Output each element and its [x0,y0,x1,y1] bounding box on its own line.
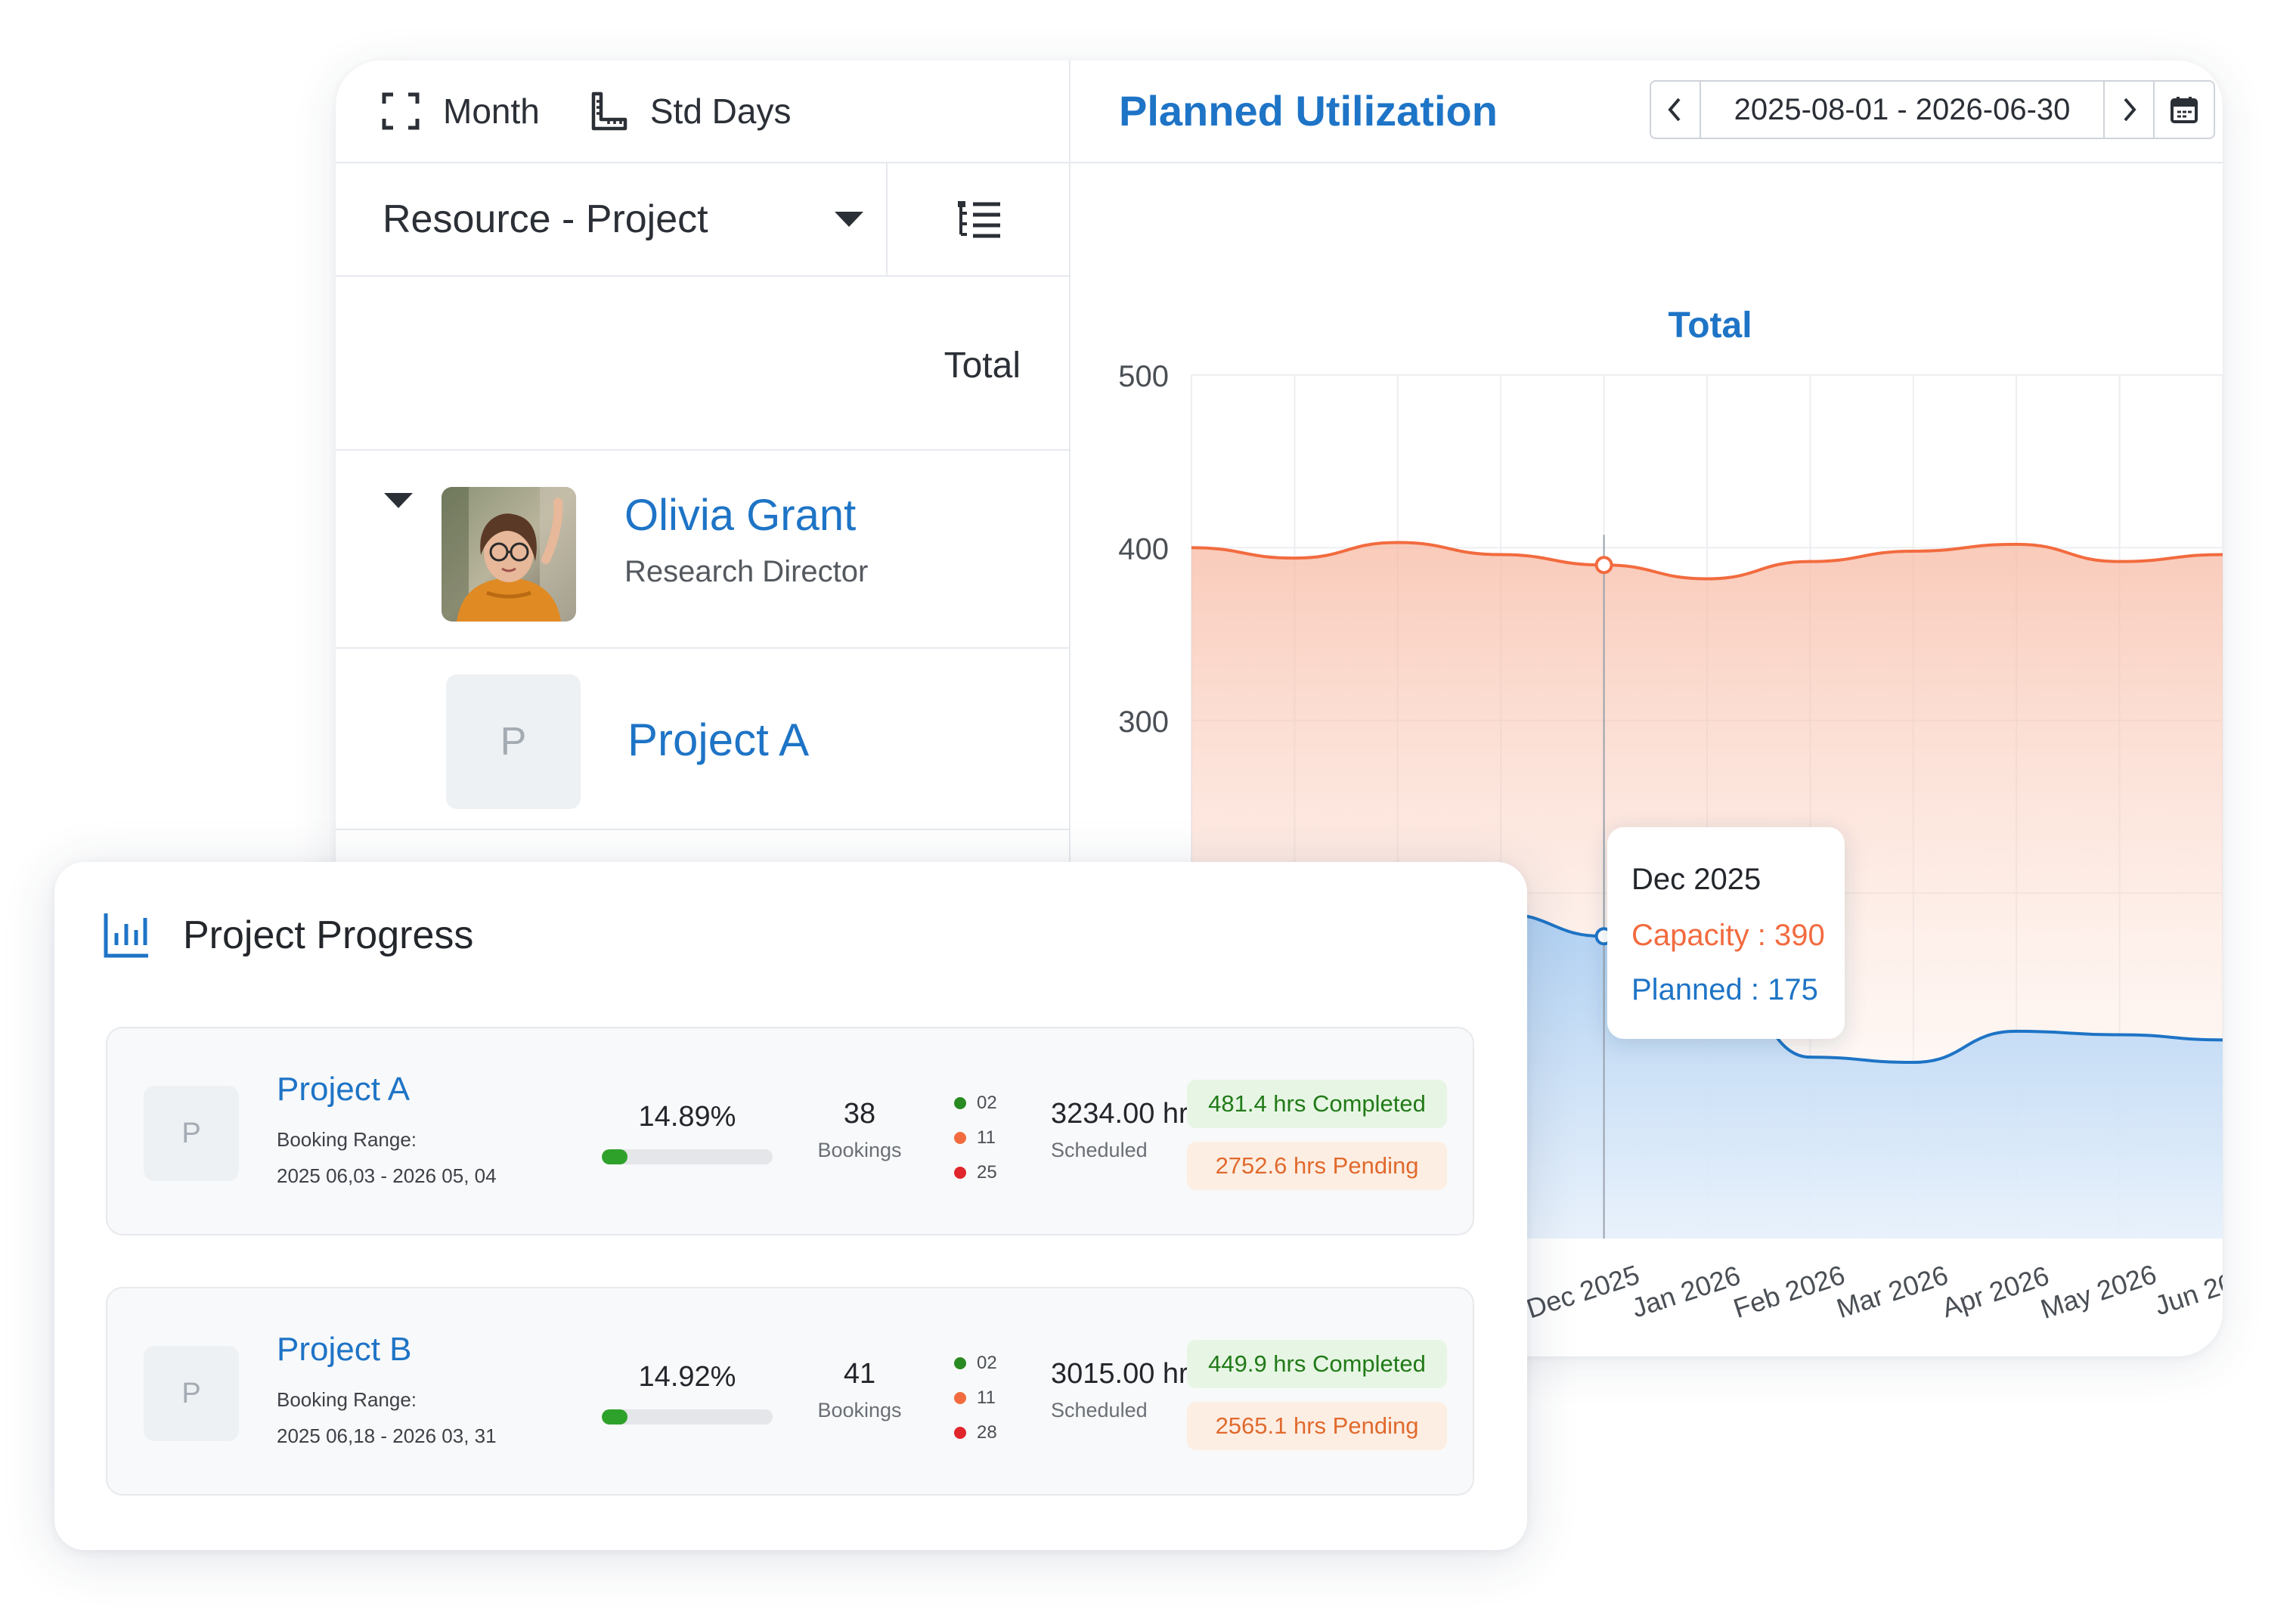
bookings-count: 41 [843,1358,876,1390]
capacity-point [1594,556,1613,575]
expand-icon [382,92,420,130]
orange-dot-icon [954,1392,966,1404]
chevron-down-icon [835,212,863,227]
progress-bar [602,1409,773,1425]
project-name[interactable]: Project B [277,1331,412,1369]
progress-bar-fill [602,1409,627,1425]
scheduled-hours: 3015.00 hrs [1051,1358,1203,1390]
progress-bar [602,1149,773,1164]
calendar-button[interactable] [2153,82,2214,138]
y-tick-label: 300 [1118,705,1169,739]
project-card[interactable]: P Project A Booking Range: 2025 06,03 - … [106,1027,1474,1235]
red-dot-icon [954,1427,966,1439]
status-count-orange: 11 [954,1121,997,1155]
resource-name[interactable]: Olivia Grant [624,490,856,541]
next-range-button[interactable] [2105,82,2153,138]
scheduled-hours: 3234.00 hrs [1051,1098,1203,1130]
tooltip-capacity: Capacity : 390 [1631,919,1825,952]
project-card[interactable]: P Project B Booking Range: 2025 06,18 - … [106,1287,1474,1496]
previous-range-button[interactable] [1651,82,1700,138]
tooltip-title: Dec 2025 [1631,863,1761,896]
booking-range: 2025 06,03 - 2026 05, 04 [277,1164,497,1187]
pending-hours-badge: 2752.6 hrs Pending [1187,1142,1447,1190]
booking-range-label: Booking Range: [277,1128,417,1151]
project-badge: P [144,1086,239,1181]
orange-dot-icon [954,1132,966,1144]
bookings-count: 38 [843,1098,876,1130]
bookings-label: Bookings [817,1139,902,1161]
project-name[interactable]: Project A [277,1071,410,1108]
y-tick-label: 500 [1118,360,1169,393]
tree-view-button[interactable] [889,163,1071,275]
progress-title: Project Progress [183,913,474,957]
x-tick-label: May 2026 [2037,1258,2160,1325]
chevron-right-icon [2124,98,2136,122]
booking-range-label: Booking Range: [277,1388,417,1411]
pending-hours-badge: 2565.1 hrs Pending [1187,1402,1447,1450]
completed-hours-badge: 449.9 hrs Completed [1187,1340,1447,1388]
red-dot-icon [954,1167,966,1179]
progress-header: Project Progress [103,912,473,959]
avatar [442,487,576,622]
x-tick-label: Mar 2026 [1833,1259,1951,1324]
status-counts: 02 11 25 [954,1086,997,1190]
grouping-value: Resource - Project [383,197,708,241]
progress-percent: 14.92% [638,1361,736,1393]
status-count-red: 28 [954,1415,997,1450]
chart-panel-title: Planned Utilization [1119,87,1498,135]
month-label: Month [443,91,540,131]
booking-range: 2025 06,18 - 2026 03, 31 [277,1425,497,1447]
status-count-green: 02 [954,1086,997,1121]
date-range-navigator: 2025-08-01 - 2026-06-30 [1650,80,2215,139]
scheduled-label: Scheduled [1051,1399,1148,1421]
total-column-label: Total [943,346,1021,386]
bar-chart-icon [104,913,148,958]
chevron-left-icon [1668,98,1681,122]
green-dot-icon [954,1357,966,1369]
x-tick-label: Jun 202 [2151,1262,2223,1322]
bookings-label: Bookings [817,1399,902,1421]
tree-list-icon [958,201,1000,238]
grid-header-total: Total [336,277,1071,451]
x-tick-label: Jan 2026 [1628,1260,1744,1324]
progress-bar-fill [602,1149,627,1164]
resource-row[interactable]: Olivia Grant Research Director [336,451,1071,649]
std-days-label: Std Days [649,91,792,131]
green-dot-icon [954,1097,966,1109]
date-range-display[interactable]: 2025-08-01 - 2026-06-30 [1700,82,2105,138]
grouping-select[interactable]: Resource - Project [336,163,888,275]
resource-role: Research Director [624,555,869,588]
chart-header: Planned Utilization 2025-08-01 - 2026-06… [1071,60,2223,163]
std-days-button[interactable]: Std Days [590,91,792,132]
status-count-green: 02 [954,1346,997,1381]
status-count-orange: 11 [954,1381,997,1415]
app-canvas: Month Std Days Resource - Project Total … [0,0,2296,1609]
project-row[interactable]: P Project A [336,649,1071,830]
grouping-row: Resource - Project [336,163,1071,277]
y-tick-label: 400 [1118,532,1169,566]
tooltip-planned: Planned : 175 [1631,973,1818,1006]
status-count-red: 25 [954,1155,997,1190]
view-toolbar: Month Std Days [336,60,1071,163]
project-progress-panel: Project Progress P Project A Booking Ran… [54,862,1527,1550]
project-badge: P [446,674,581,809]
x-tick-label: Apr 2026 [1938,1260,2053,1323]
chart-title: Total [1668,305,1752,346]
x-tick-label: Dec 2025 [1523,1259,1643,1325]
project-badge: P [144,1346,239,1441]
progress-percent: 14.89% [638,1101,736,1133]
project-name[interactable]: Project A [627,714,809,766]
collapse-caret-icon[interactable] [384,493,413,508]
month-view-button[interactable]: Month [381,91,540,132]
status-counts: 02 11 28 [954,1346,997,1450]
ruler-icon [591,91,627,131]
x-tick-label: Feb 2026 [1730,1259,1848,1324]
calendar-icon [2171,97,2198,123]
scheduled-label: Scheduled [1051,1139,1148,1161]
completed-hours-badge: 481.4 hrs Completed [1187,1080,1447,1128]
